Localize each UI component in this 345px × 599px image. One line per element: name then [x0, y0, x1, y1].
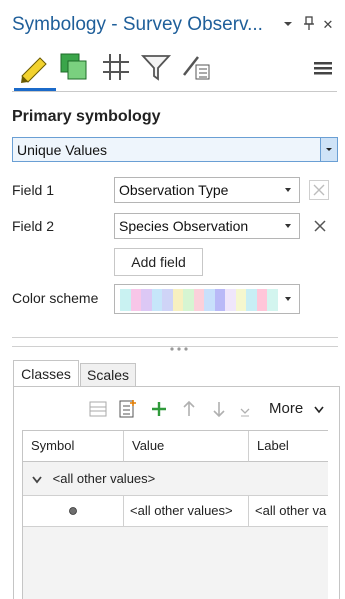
- sort-button: [238, 404, 252, 418]
- plus-icon: [152, 402, 166, 416]
- chevron-down-icon: [285, 188, 291, 192]
- column-header-label-label: Label: [257, 438, 289, 453]
- add-values-icon: [119, 400, 136, 418]
- color-swatch: [214, 289, 225, 311]
- add-all-values-button[interactable]: [119, 399, 139, 419]
- column-header-value-label: Value: [132, 438, 165, 453]
- close-button[interactable]: ✕: [320, 17, 336, 33]
- menu-icon: [314, 62, 332, 75]
- grid-view-button: [89, 400, 107, 418]
- field1-dropdown[interactable]: Observation Type: [114, 177, 300, 203]
- column-header-symbol[interactable]: Symbol: [23, 431, 124, 462]
- tab-classes-label: Classes: [21, 366, 71, 382]
- chevron-down-icon: [32, 476, 42, 484]
- chevron-down-icon: [285, 297, 291, 301]
- renderer-value: Unique Values: [17, 141, 108, 158]
- color-swatch: [162, 289, 173, 311]
- table-row-value-cell[interactable]: <all other values>: [124, 496, 249, 527]
- color-scheme-label: Color scheme: [12, 290, 99, 306]
- splitter-handle[interactable]: [168, 339, 190, 351]
- tab-scales[interactable]: Scales: [80, 363, 136, 387]
- pane-options-menu[interactable]: [281, 17, 295, 31]
- table-row-symbol-cell[interactable]: [23, 496, 124, 527]
- toolbar-divider: [12, 91, 337, 92]
- masking-tab[interactable]: [140, 51, 172, 83]
- advanced-options-tab[interactable]: [180, 51, 212, 83]
- field2-remove-button[interactable]: [311, 217, 329, 235]
- arrow-down-icon: [213, 402, 225, 418]
- classes-table: Symbol Value Label <all other values> <a…: [22, 430, 328, 599]
- arrow-up-icon: [183, 400, 195, 416]
- sort-icon: [240, 408, 250, 417]
- filter-funnel-icon: [140, 55, 172, 81]
- move-down-button: [211, 400, 227, 418]
- section-heading: Primary symbology: [12, 108, 161, 125]
- chevron-down-icon: [285, 224, 291, 228]
- renderer-dropdown[interactable]: Unique Values: [12, 137, 338, 162]
- chevron-down-icon: [314, 406, 324, 414]
- color-swatch: [235, 289, 246, 311]
- grid-hash-icon: [103, 54, 129, 80]
- vary-symbology-tab[interactable]: [58, 51, 90, 83]
- color-swatch: [246, 289, 257, 311]
- color-swatch: [193, 289, 204, 311]
- color-swatch: [130, 289, 141, 311]
- column-header-value[interactable]: Value: [124, 431, 249, 462]
- column-header-label[interactable]: Label: [249, 431, 328, 462]
- more-label: More: [269, 400, 304, 417]
- field2-label: Field 2: [12, 218, 55, 234]
- field1-remove-button: [309, 180, 329, 200]
- group-row-label: <all other values>: [52, 471, 156, 486]
- table-icon: [89, 401, 107, 417]
- table-row-value: <all other values>: [130, 503, 233, 518]
- remove-icon: [313, 184, 325, 196]
- color-scheme-dropdown[interactable]: [114, 284, 300, 314]
- chevron-down-icon: [284, 22, 292, 26]
- column-header-symbol-label: Symbol: [31, 438, 75, 453]
- color-swatch: [120, 289, 131, 311]
- field1-label: Field 1: [12, 182, 55, 198]
- paintbrush-icon: [21, 57, 47, 83]
- add-class-button[interactable]: [150, 400, 168, 418]
- color-swatch: [256, 289, 267, 311]
- symbol-layers-icon: [60, 53, 87, 80]
- primary-symbology-tab[interactable]: [18, 52, 50, 84]
- move-up-button: [181, 400, 197, 418]
- color-swatch: [225, 289, 236, 311]
- pin-button[interactable]: [302, 15, 316, 31]
- splitter-line: [12, 337, 338, 338]
- splitter-line-lower: [12, 346, 338, 347]
- tab-classes[interactable]: Classes: [13, 360, 79, 387]
- table-row-label: <all other va: [255, 503, 327, 518]
- add-field-button[interactable]: Add field: [114, 248, 203, 276]
- pin-icon: [304, 16, 314, 30]
- field1-value: Observation Type: [119, 182, 229, 198]
- more-menu-button[interactable]: More: [269, 400, 329, 420]
- color-swatch: [183, 289, 194, 311]
- symbol-layer-drawing-tab[interactable]: [100, 51, 132, 83]
- color-swatch: [151, 289, 162, 311]
- group-row[interactable]: <all other values>: [23, 462, 328, 496]
- color-swatch: [141, 289, 152, 311]
- color-swatch: [267, 289, 278, 311]
- tab-scales-label: Scales: [86, 367, 130, 383]
- hamburger-menu-button[interactable]: [313, 60, 333, 76]
- brush-list-icon: [183, 56, 210, 80]
- pane-title: Symbology - Survey Observ...: [12, 14, 263, 35]
- close-icon: [314, 220, 326, 232]
- color-swatch: [172, 289, 183, 311]
- color-swatch: [204, 289, 215, 311]
- chevron-down-icon: [326, 148, 332, 151]
- field2-dropdown[interactable]: Species Observation: [114, 213, 300, 239]
- point-symbol-icon: [69, 507, 77, 515]
- renderer-dropdown-button[interactable]: [320, 138, 337, 161]
- table-row-label-cell[interactable]: <all other va: [249, 496, 328, 527]
- field2-value: Species Observation: [119, 218, 249, 234]
